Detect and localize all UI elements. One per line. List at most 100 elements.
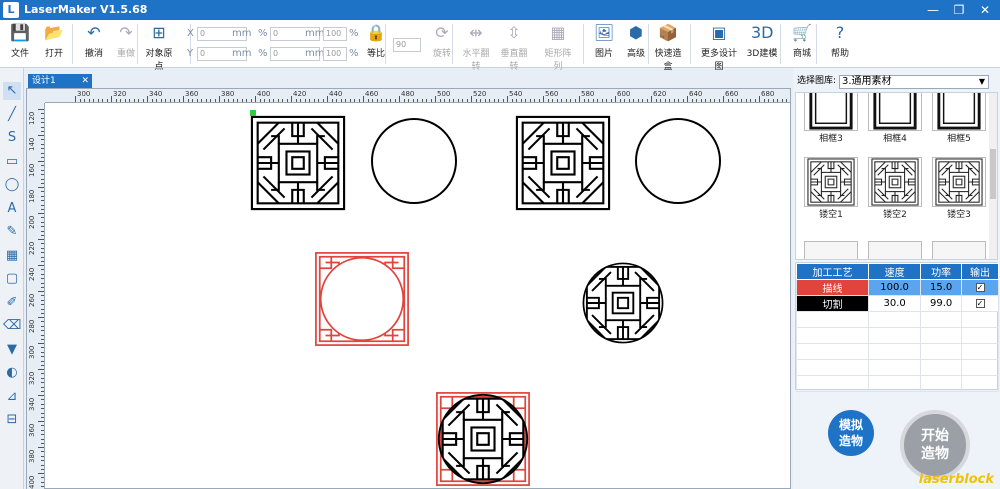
lattice-square-2[interactable]: [517, 117, 609, 209]
lattice-square-1[interactable]: [252, 117, 344, 209]
toolbar-design-button[interactable]: ▣ 更多设计图: [697, 22, 741, 72]
lock-icon: 🔒: [366, 23, 386, 42]
grid-icon[interactable]: ▦: [3, 247, 21, 265]
toolbar-undo-button[interactable]: ↶ 撤消: [78, 22, 110, 59]
simulate-button[interactable]: 模拟造物: [828, 410, 874, 456]
toolbar-flip-vertical-button[interactable]: ⇳ 垂直翻转: [498, 22, 530, 72]
line-icon[interactable]: ╱: [3, 106, 21, 124]
pen-icon[interactable]: ✎: [3, 223, 21, 241]
artboard[interactable]: [45, 103, 790, 489]
toolbar-label: 垂直翻转: [500, 49, 528, 72]
ruler-tick-label: 460: [365, 90, 379, 98]
library-thumb[interactable]: 相框4: [864, 93, 926, 144]
toolbar-label: 重做: [116, 49, 135, 59]
align-icon[interactable]: ⊿: [3, 388, 21, 406]
power-value[interactable]: 15.0: [920, 279, 963, 296]
ruler-tick-label: 160: [28, 163, 36, 177]
array-tool-icon[interactable]: ⊟: [3, 411, 21, 429]
ruler-tick-label: 500: [437, 90, 451, 98]
restore-button[interactable]: ❐: [946, 0, 972, 20]
library-thumb[interactable]: 镂空3: [928, 157, 990, 220]
minimize-button[interactable]: —: [920, 0, 946, 20]
process-header: 功率: [920, 263, 963, 280]
chevron-down-icon: ▼: [978, 77, 985, 86]
circle-1[interactable]: [371, 118, 457, 204]
thumbnail-label: 镂空2: [883, 210, 907, 220]
thumbnail-label: 镂空1: [819, 210, 843, 220]
lattice-round[interactable]: [582, 262, 665, 345]
toolbar-label: 水平翻转: [462, 49, 490, 72]
eye-icon[interactable]: ◐: [3, 364, 21, 382]
tab-design1[interactable]: 设计1 ✕: [28, 74, 92, 88]
toolbar-label: 图片: [594, 49, 613, 59]
rect-icon[interactable]: ▭: [3, 153, 21, 171]
window-title: LaserMaker V1.5.68: [24, 3, 148, 16]
tab-label: 设计1: [32, 76, 56, 86]
speed-value[interactable]: 30.0: [868, 295, 922, 312]
redo-icon: ↷: [119, 23, 133, 42]
toolbar-grid-origin-button[interactable]: ⊞ 对象原点: [143, 22, 175, 72]
layer-name[interactable]: 切割: [795, 295, 870, 312]
toolbar-box-button[interactable]: 📦 快速造盒: [652, 22, 684, 72]
ruler-tick-label: 420: [293, 90, 307, 98]
toolbar-label: 对象原点: [145, 49, 173, 72]
toolbar-help-button[interactable]: ? 帮助: [824, 22, 856, 59]
toolbar-label: 高级: [626, 49, 645, 59]
tab-close-icon[interactable]: ✕: [81, 74, 89, 88]
output-checkbox[interactable]: ✓: [975, 299, 985, 308]
help-icon: ?: [835, 23, 845, 42]
layer-name[interactable]: 描线: [795, 279, 870, 296]
speed-value[interactable]: 100.0: [868, 279, 922, 296]
flip-horizontal-icon: ⇹: [469, 23, 483, 42]
selection-handle[interactable]: [250, 110, 256, 116]
toolbar-label: 文件: [10, 49, 29, 59]
right-panel: 选择图库: 3.通用素材 ▼ 相框3 相框4 相框5 镂空1 镂空2 镂空3 加工工艺 速度功…: [793, 68, 1000, 489]
process-header: 加工工艺: [795, 263, 870, 280]
ruler-tick-label: 140: [28, 137, 36, 151]
library-thumb[interactable]: 相框5: [928, 93, 990, 144]
edit-icon[interactable]: ✐: [3, 294, 21, 312]
circle-2[interactable]: [635, 118, 721, 204]
ruler-tick-label: 580: [581, 90, 595, 98]
red-frame-circle[interactable]: [315, 252, 409, 346]
output-checkbox[interactable]: ✓: [975, 283, 985, 292]
library-thumb[interactable]: 相框3: [800, 93, 862, 144]
toolbar-3d-button[interactable]: 3D 3D建模: [746, 22, 778, 59]
vertical-ruler: 120 140 160 180 200 220 240 260 280 300 320 340 360 3…: [27, 103, 45, 489]
library-thumb[interactable]: 镂空2: [864, 157, 926, 220]
library-select[interactable]: 3.通用素材 ▼: [839, 75, 989, 89]
power-value[interactable]: 99.0: [920, 295, 963, 312]
toolbar-label: 撤消: [84, 49, 103, 59]
watermark: laserblock: [918, 472, 994, 487]
toolbar-save-button[interactable]: 💾 文件: [4, 22, 36, 59]
combined-lattice[interactable]: [436, 392, 530, 486]
process-row[interactable]: 切割 30.0 99.0 ✓: [795, 295, 999, 312]
eraser-icon[interactable]: ⌫: [3, 317, 21, 335]
library-label: 选择图库:: [797, 76, 837, 86]
select-icon[interactable]: ↖: [3, 82, 21, 100]
curve-icon[interactable]: S: [3, 129, 21, 147]
w-unit: mm: [305, 28, 325, 39]
rotate-angle-field[interactable]: 90: [393, 38, 421, 52]
close-button[interactable]: ✕: [972, 0, 998, 20]
text-icon[interactable]: A: [3, 200, 21, 218]
toolbar-rotate-button[interactable]: ⟳ 旋转: [426, 22, 458, 59]
toolbar-lock-button[interactable]: 🔒 等比: [360, 22, 392, 59]
toolbar-flip-horizontal-button[interactable]: ⇹ 水平翻转: [460, 22, 492, 72]
thumbnail-scrollbar[interactable]: [989, 93, 997, 259]
design-canvas[interactable]: 300 320 340 360 380 400 420 440 460 480 500 520 540 5…: [26, 88, 791, 489]
library-thumb[interactable]: 镂空1: [800, 157, 862, 220]
toolbar-cart-button[interactable]: 🛒 商城: [786, 22, 818, 59]
ellipse-icon[interactable]: ◯: [3, 176, 21, 194]
process-row[interactable]: 描线 100.0 15.0 ✓: [795, 279, 999, 296]
toolbar-image-button[interactable]: 🖼 图片: [588, 22, 620, 59]
width-percent[interactable]: 100: [323, 27, 347, 41]
fill-icon[interactable]: ▼: [3, 341, 21, 359]
flip-vertical-icon: ⇳: [507, 23, 521, 42]
frame-icon[interactable]: ▢: [3, 270, 21, 288]
toolbar-array-button[interactable]: ▦ 矩形阵列: [542, 22, 574, 72]
height-percent[interactable]: 100: [323, 47, 347, 61]
start-button[interactable]: 开始造物: [900, 410, 970, 480]
toolbar-folder-button[interactable]: 📂 打开: [38, 22, 70, 59]
3d-icon: 3D: [751, 23, 774, 42]
